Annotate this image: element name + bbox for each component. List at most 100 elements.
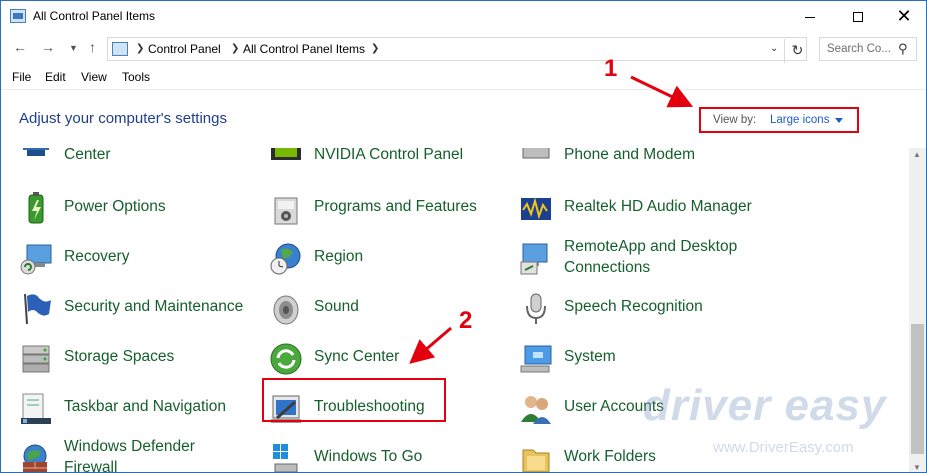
item-storage-spaces[interactable]: Storage Spaces (19, 338, 259, 378)
network-icon (23, 148, 49, 156)
item-network-center[interactable]: Center (19, 148, 259, 176)
item-label: Windows To Go (314, 448, 423, 465)
chevron-right-icon[interactable]: ❯ (371, 43, 379, 54)
refresh-button[interactable]: ↻ (784, 39, 810, 63)
control-panel-window: All Control Panel Items ✕ ← → ▼ ↑ ❯ Cont… (0, 0, 927, 473)
item-sound[interactable]: Sound (269, 288, 509, 328)
programs-icon (274, 197, 298, 225)
item-remoteapp-desktop[interactable]: RemoteApp and Desktop Connections (519, 238, 759, 278)
watermark-logo: driver easy (643, 381, 887, 430)
item-label: Power Options (64, 198, 166, 215)
menu-view[interactable]: View (81, 70, 107, 84)
address-bar[interactable]: ❯ Control Panel ❯ All Control Panel Item… (107, 37, 810, 63)
users-icon (521, 396, 551, 424)
speaker-icon (273, 295, 299, 325)
view-by-control[interactable]: View by: Large icons (699, 107, 859, 133)
remote-desktop-icon (520, 243, 548, 275)
item-label: Storage Spaces (64, 348, 175, 365)
item-recovery[interactable]: Recovery (19, 238, 259, 278)
annotation-marker-2: 2 (459, 307, 473, 334)
item-system[interactable]: System (519, 338, 759, 378)
item-sync-center[interactable]: Sync Center (269, 338, 509, 378)
maximize-icon (853, 12, 863, 23)
item-label: Windows Defender Firewall (64, 438, 195, 473)
item-nvidia-control-panel[interactable]: NVIDIA Control Panel (269, 148, 509, 176)
page-title: Adjust your computer's settings (19, 110, 227, 127)
chevron-right-icon[interactable]: ❯ (136, 43, 144, 54)
item-label: System (564, 348, 616, 365)
close-button[interactable]: ✕ (881, 1, 926, 31)
item-label: Sound (314, 298, 359, 315)
item-label: Realtek HD Audio Manager (564, 198, 752, 215)
up-button[interactable]: ↑ (89, 39, 96, 55)
menu-tools[interactable]: Tools (122, 70, 150, 84)
maximize-button[interactable] (835, 1, 881, 31)
breadcrumb-all-items[interactable]: All Control Panel Items (243, 42, 365, 56)
phone-icon (522, 148, 550, 159)
minimize-icon (805, 16, 815, 18)
item-realtek-audio[interactable]: Realtek HD Audio Manager (519, 188, 759, 228)
taskbar-icon (21, 393, 51, 424)
firewall-icon (23, 444, 47, 472)
forward-button[interactable]: → (41, 39, 55, 55)
item-label: Region (314, 248, 364, 265)
realtek-audio-icon (521, 197, 551, 220)
item-speech-recognition[interactable]: Speech Recognition (519, 288, 759, 328)
window-title: All Control Panel Items (33, 9, 156, 23)
item-windows-to-go[interactable]: Windows To Go (269, 438, 509, 472)
menu-bar: File Edit View Tools (1, 67, 926, 87)
chevron-down-icon[interactable]: ⌄ (770, 43, 778, 54)
globe-clock-icon (270, 243, 301, 275)
item-label: Speech Recognition (564, 298, 703, 315)
close-icon: ✕ (896, 6, 912, 26)
annotation-marker-1: 1 (604, 55, 618, 82)
item-programs-features[interactable]: Programs and Features (269, 188, 509, 228)
item-defender-firewall[interactable]: Windows Defender Firewall (19, 438, 259, 473)
title-bar: All Control Panel Items ✕ (1, 1, 926, 33)
back-button[interactable]: ← (13, 39, 27, 55)
item-label: Center (64, 148, 111, 163)
storage-icon (22, 345, 50, 373)
control-panel-icon (112, 42, 128, 56)
item-taskbar-navigation[interactable]: Taskbar and Navigation (19, 388, 259, 428)
view-by-dropdown[interactable]: Large icons (770, 114, 829, 126)
control-panel-icon (10, 9, 26, 23)
item-label: Sync Center (314, 348, 400, 365)
minimize-button[interactable] (787, 1, 833, 31)
scroll-up-arrow-icon[interactable]: ▲ (913, 150, 921, 159)
recent-locations-chevron-icon[interactable]: ▼ (69, 43, 78, 53)
menu-edit[interactable]: Edit (45, 70, 66, 84)
battery-icon (28, 192, 44, 224)
item-region[interactable]: Region (269, 238, 509, 278)
nvidia-icon (271, 148, 301, 160)
chevron-down-icon[interactable] (835, 118, 843, 123)
vertical-scrollbar[interactable]: ▲ ▼ (909, 148, 926, 472)
search-input[interactable]: Search Co... ⚲ (819, 37, 917, 61)
item-phone-modem[interactable]: Phone and Modem (519, 148, 759, 176)
navigation-bar: ← → ▼ ↑ ❯ Control Panel ❯ All Control Pa… (1, 35, 926, 63)
scroll-down-arrow-icon[interactable]: ▼ (913, 463, 921, 472)
item-label: Taskbar and Navigation (64, 398, 226, 415)
item-power-options[interactable]: Power Options (19, 188, 259, 228)
watermark: driver easy www.DriverEasy.com (643, 381, 887, 456)
system-icon (520, 345, 552, 373)
item-label: RemoteApp and Desktop Connections (564, 238, 738, 276)
recovery-icon (20, 244, 52, 275)
item-label: NVIDIA Control Panel (314, 148, 464, 163)
item-label: Work Folders (564, 448, 656, 465)
item-security-maintenance[interactable]: Security and Maintenance (19, 288, 259, 328)
item-label: Security and Maintenance (64, 298, 244, 315)
view-by-label: View by: (713, 114, 757, 126)
menu-file[interactable]: File (12, 70, 31, 84)
chevron-right-icon[interactable]: ❯ (231, 43, 239, 54)
flag-icon (24, 293, 51, 325)
usb-windows-icon (273, 444, 298, 472)
watermark-url: www.DriverEasy.com (713, 439, 854, 456)
item-label: Recovery (64, 248, 130, 265)
scrollbar-thumb[interactable] (911, 324, 924, 454)
troubleshooting-highlight (262, 378, 446, 422)
sync-icon (270, 343, 302, 375)
breadcrumb-control-panel[interactable]: Control Panel (148, 42, 221, 56)
search-icon[interactable]: ⚲ (898, 41, 908, 57)
item-label: Programs and Features (314, 198, 477, 215)
